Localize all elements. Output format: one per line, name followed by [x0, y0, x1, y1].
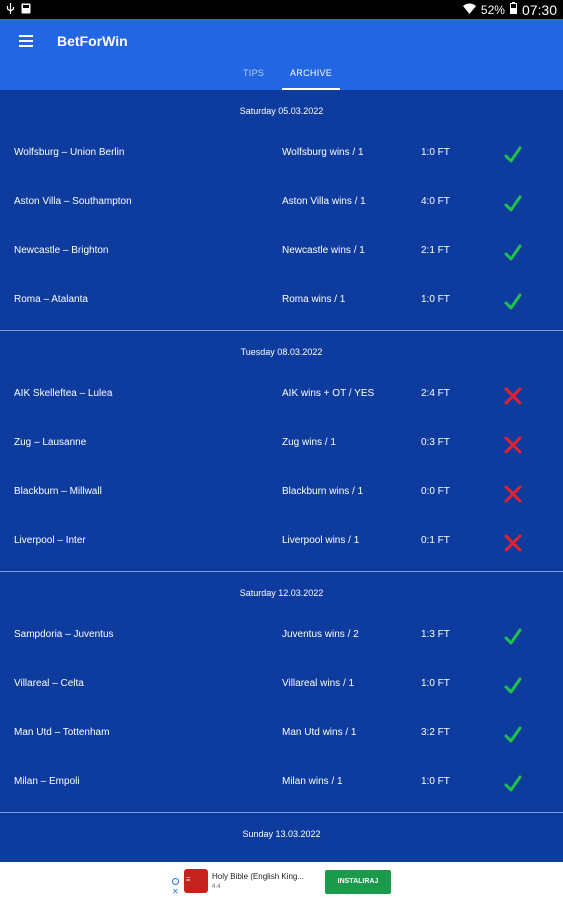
match-score: 1:3 FT [421, 629, 450, 640]
match-teams: Villareal – Celta [14, 678, 84, 689]
match-row[interactable]: AIK Skelleftea – Lulea AIK wins + OT / Y… [0, 374, 563, 423]
battery-icon [509, 2, 517, 17]
hamburger-menu-icon[interactable] [19, 35, 33, 47]
match-row[interactable]: Villareal – Celta Villareal wins / 1 1:0… [0, 664, 563, 713]
match-score: 1:0 FT [421, 147, 450, 158]
ad-app-logo: ☰ [184, 869, 208, 893]
date-header: Tuesday 08.03.2022 [240, 347, 323, 357]
match-row[interactable]: Man Utd – Tottenham Man Utd wins / 1 3:2… [0, 713, 563, 762]
match-teams: Sampdoria – Juventus [14, 629, 114, 640]
match-score: 0:0 FT [421, 486, 450, 497]
checkmark-icon [503, 676, 523, 696]
status-right: 52% 07:30 [462, 1, 557, 18]
match-score: 2:1 FT [421, 245, 450, 256]
match-row[interactable]: Newcastle – Brighton Newcastle wins / 1 … [0, 231, 563, 280]
match-tip: Milan wins / 1 [282, 776, 343, 787]
archive-list[interactable]: Saturday 05.03.2022 Wolfsburg – Union Be… [0, 90, 563, 862]
ad-app-name: Holy Bible (English King... [212, 872, 305, 881]
app-bar: BetForWin TIPS ARCHIVE [0, 19, 563, 90]
ad-close-icon[interactable]: ✕ [172, 887, 179, 896]
match-score: 3:2 FT [421, 727, 450, 738]
checkmark-icon [503, 292, 523, 312]
status-left [6, 2, 31, 17]
usb-icon [6, 2, 15, 17]
match-row[interactable]: Liverpool – Inter Liverpool wins / 1 0:1… [0, 521, 563, 570]
match-tip: Man Utd wins / 1 [282, 727, 357, 738]
match-tip: Zug wins / 1 [282, 437, 336, 448]
notification-icon [21, 3, 31, 17]
match-teams: AIK Skelleftea – Lulea [14, 388, 113, 399]
match-tip: AIK wins + OT / YES [282, 388, 375, 399]
match-teams: Aston Villa – Southampton [14, 196, 132, 207]
match-tip: Wolfsburg wins / 1 [282, 147, 364, 158]
match-score: 4:0 FT [421, 196, 450, 207]
cross-icon [503, 484, 523, 504]
match-row[interactable]: Roma – Atalanta Roma wins / 1 1:0 FT [0, 280, 563, 329]
match-teams: Milan – Empoli [14, 776, 80, 787]
match-row[interactable]: Aston Villa – Southampton Aston Villa wi… [0, 182, 563, 231]
match-row[interactable]: Zug – Lausanne Zug wins / 1 0:3 FT [0, 423, 563, 472]
match-tip: Liverpool wins / 1 [282, 535, 360, 546]
match-row[interactable]: Milan – Empoli Milan wins / 1 1:0 FT [0, 762, 563, 811]
match-teams: Man Utd – Tottenham [14, 727, 110, 738]
wifi-icon [462, 3, 476, 17]
match-score: 2:4 FT [421, 388, 450, 399]
match-teams: Liverpool – Inter [14, 535, 86, 546]
match-tip: Villareal wins / 1 [282, 678, 355, 689]
match-score: 0:1 FT [421, 535, 450, 546]
match-tip: Aston Villa wins / 1 [282, 196, 366, 207]
status-bar: 52% 07:30 [0, 0, 563, 19]
checkmark-icon [503, 774, 523, 794]
match-teams: Newcastle – Brighton [14, 245, 109, 256]
match-score: 1:0 FT [421, 678, 450, 689]
battery-percentage: 52% [480, 2, 505, 17]
match-row[interactable]: Sampdoria – Juventus Juventus wins / 2 1… [0, 615, 563, 664]
match-tip: Newcastle wins / 1 [282, 245, 365, 256]
checkmark-icon [503, 627, 523, 647]
match-row[interactable]: Blackburn – Millwall Blackburn wins / 1 … [0, 472, 563, 521]
match-teams: Blackburn – Millwall [14, 486, 102, 497]
ad-info-icon[interactable] [172, 878, 179, 885]
match-score: 1:0 FT [421, 776, 450, 787]
date-header: Saturday 05.03.2022 [239, 106, 324, 116]
match-tip: Juventus wins / 2 [282, 629, 359, 640]
checkmark-icon [503, 725, 523, 745]
tab-bar: TIPS ARCHIVE [0, 61, 563, 90]
cross-icon [503, 435, 523, 455]
date-header: Sunday 13.03.2022 [242, 829, 321, 839]
match-tip: Blackburn wins / 1 [282, 486, 364, 497]
match-score: 0:3 FT [421, 437, 450, 448]
match-row[interactable]: Wolfsburg – Union Berlin Wolfsburg wins … [0, 133, 563, 182]
match-teams: Roma – Atalanta [14, 294, 88, 305]
cross-icon [503, 533, 523, 553]
match-tip: Roma wins / 1 [282, 294, 346, 305]
bible-icon: ☰ [186, 877, 191, 883]
clock: 07:30 [521, 1, 557, 18]
match-teams: Zug – Lausanne [14, 437, 87, 448]
match-score: 1:0 FT [421, 294, 450, 305]
install-button[interactable]: INSTALIRAJ [325, 870, 391, 894]
date-header: Saturday 12.03.2022 [239, 588, 324, 598]
checkmark-icon [503, 194, 523, 214]
tab-archive[interactable]: ARCHIVE [290, 68, 332, 78]
tab-tips[interactable]: TIPS [243, 68, 264, 78]
checkmark-icon [503, 243, 523, 263]
ad-rating: 4.4 [212, 884, 221, 890]
checkmark-icon [503, 145, 523, 165]
ad-banner[interactable]: ✕ ☰ Holy Bible (English King... 4.4 INST… [0, 862, 563, 900]
match-teams: Wolfsburg – Union Berlin [14, 147, 125, 158]
cross-icon [503, 386, 523, 406]
app-title: BetForWin [57, 33, 128, 49]
